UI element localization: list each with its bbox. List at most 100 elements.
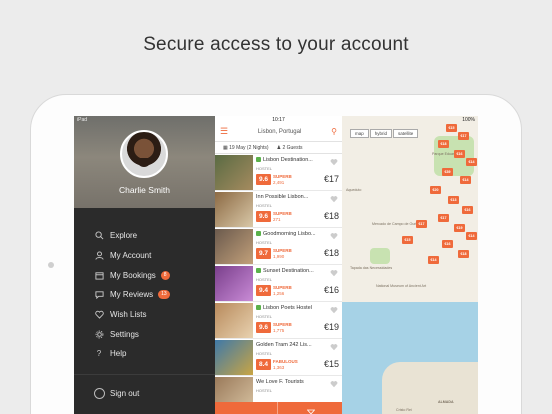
guests-filter[interactable]: ♟ 2 Guests xyxy=(277,145,303,151)
side-menu: Charlie Smith iPad Explore My Account My… xyxy=(74,116,215,414)
rating-label: FABULOUS xyxy=(273,359,298,364)
property-name: Inn Possible Lisbon... xyxy=(256,194,326,200)
search-filter-bar[interactable]: ▦ 19 May (2 Nights) ♟ 2 Guests xyxy=(215,142,342,154)
gear-icon xyxy=(94,329,104,339)
avatar[interactable] xyxy=(120,130,168,178)
menu-item-label: Help xyxy=(110,349,127,359)
property-photo xyxy=(215,266,253,301)
map-panel[interactable]: 100% map hybrid satellite Parque Eduardo… xyxy=(342,116,478,414)
signout-button[interactable]: Sign out xyxy=(94,388,139,399)
rating-label: SUPERB xyxy=(273,285,292,290)
heart-icon[interactable] xyxy=(330,380,338,388)
property-card[interactable]: Sunset Destination... HOSTEL 9.4 SUPERB 1,25… xyxy=(215,265,342,302)
map-type-satellite[interactable]: satellite xyxy=(393,129,419,138)
property-card[interactable]: Lisbon Destination... HOSTEL 9.6 SUPERB 2,49… xyxy=(215,154,342,191)
price-pin[interactable]: €18 xyxy=(438,140,449,148)
menu-item-my-reviews[interactable]: My Reviews 13 xyxy=(74,285,215,305)
profile-header: Charlie Smith xyxy=(74,116,215,208)
menu-item-my-bookings[interactable]: My Bookings 8 xyxy=(74,265,215,285)
price-pin[interactable]: €13 xyxy=(448,196,459,204)
property-name: Sunset Destination... xyxy=(256,268,326,274)
review-count: 1,990 xyxy=(273,254,285,259)
rating-score: 9.6 xyxy=(256,322,271,333)
rating-score: 9.6 xyxy=(256,174,271,185)
property-photo xyxy=(215,229,253,264)
carrier-label: iPad xyxy=(77,117,88,123)
map-type-map[interactable]: map xyxy=(350,129,369,138)
menu-item-settings[interactable]: Settings xyxy=(74,324,215,344)
price-pin[interactable]: €16 xyxy=(442,240,453,248)
menu-item-help[interactable]: ? Help xyxy=(74,344,215,364)
property-type: HOSTEL xyxy=(256,240,273,245)
rating-score: 9.7 xyxy=(256,248,271,259)
price-pin[interactable]: €14 xyxy=(466,158,477,166)
property-card[interactable]: Golden Tram 242 Lis... HOSTEL 8.4 FABULOUS 1… xyxy=(215,339,342,376)
price-pin[interactable]: €16 xyxy=(462,206,473,214)
property-name-text: Goodmorning Lisbo... xyxy=(263,231,316,237)
property-price: €17 xyxy=(323,174,339,184)
price-pin[interactable]: €18 xyxy=(458,250,469,258)
property-card[interactable]: Inn Possible Lisbon... HOSTEL 9.6 SUPERB 271… xyxy=(215,191,342,228)
property-card[interactable]: Goodmorning Lisbo... HOSTEL 9.7 SUPERB 1,990… xyxy=(215,228,342,265)
map-label: ALMADA xyxy=(438,400,454,404)
price-pin[interactable]: €20 xyxy=(430,186,441,194)
price-pin[interactable]: €19 xyxy=(454,224,465,232)
headline: Secure access to your account xyxy=(143,34,409,55)
property-card[interactable]: Lisbon Poets Hostel HOSTEL 9.6 SUPERB 1,775 €… xyxy=(215,302,342,339)
property-photo xyxy=(215,155,253,190)
menu-item-wish-lists[interactable]: Wish Lists xyxy=(74,305,215,325)
menu-item-label: Wish Lists xyxy=(110,310,147,320)
menu-item-explore[interactable]: Explore xyxy=(74,226,215,246)
heart-icon[interactable] xyxy=(330,195,338,203)
property-name-text: Lisbon Poets Hostel xyxy=(263,305,312,311)
property-type: HOSTEL xyxy=(256,166,273,171)
price-pin[interactable]: €15 xyxy=(446,124,457,132)
property-name: Lisbon Destination... xyxy=(256,157,326,163)
heart-icon[interactable] xyxy=(330,269,338,277)
map-label: Mercado de Campo de Ourique xyxy=(372,222,423,226)
price-pin[interactable]: €17 xyxy=(458,132,469,140)
price-pin[interactable]: €16 xyxy=(454,150,465,158)
property-type: HOSTEL xyxy=(256,277,273,282)
heart-icon[interactable] xyxy=(330,232,338,240)
price-pin[interactable]: €15 xyxy=(402,236,413,244)
heart-icon[interactable] xyxy=(330,306,338,314)
price-pin[interactable]: €17 xyxy=(416,220,427,228)
menu-item-label: My Account xyxy=(110,251,152,261)
property-photo xyxy=(215,192,253,227)
property-name-text: Lisbon Destination... xyxy=(263,157,313,163)
price-pin[interactable]: €14 xyxy=(466,232,477,240)
price-pin[interactable]: €17 xyxy=(438,214,449,222)
price-pin[interactable]: €39 xyxy=(442,168,453,176)
menu-item-label: My Reviews xyxy=(110,290,154,300)
featured-icon xyxy=(256,305,261,311)
heart-icon[interactable] xyxy=(330,158,338,166)
search-icon[interactable]: ⚲ xyxy=(331,127,337,136)
map-type-hybrid[interactable]: hybrid xyxy=(369,129,393,138)
heart-icon[interactable] xyxy=(330,343,338,351)
property-name-text: We Love F. Tourists xyxy=(256,379,304,385)
dates-filter[interactable]: ▦ 19 May (2 Nights) xyxy=(223,145,269,151)
chat-bubble-icon xyxy=(94,290,104,300)
property-name-text: Sunset Destination... xyxy=(263,268,314,274)
bookings-count-badge: 8 xyxy=(160,270,170,280)
location-title[interactable]: Lisbon, Portugal xyxy=(228,129,331,135)
property-name: Golden Tram 242 Lis... xyxy=(256,342,326,348)
filter-icon[interactable] xyxy=(306,404,316,414)
rating-label: SUPERB xyxy=(273,248,292,253)
rating-label: SUPERB xyxy=(273,174,292,179)
price-pin[interactable]: €14 xyxy=(460,176,471,184)
search-icon xyxy=(94,231,104,241)
property-type: HOSTEL xyxy=(256,351,273,356)
hamburger-menu-icon[interactable]: ☰ xyxy=(220,126,228,137)
property-photo xyxy=(215,303,253,338)
property-list-panel: 10:17 ☰ Lisbon, Portugal ⚲ ▦ 19 May (2 N… xyxy=(215,116,342,414)
sort-button[interactable] xyxy=(215,402,278,414)
list-bottom-bar[interactable] xyxy=(215,402,342,414)
map-type-toggle[interactable]: map hybrid satellite xyxy=(350,129,419,138)
menu-item-my-account[interactable]: My Account xyxy=(74,246,215,266)
price-pin[interactable]: €14 xyxy=(428,256,439,264)
guests-value: 2 Guests xyxy=(282,144,303,151)
menu-item-label: Explore xyxy=(110,231,138,241)
profile-name: Charlie Smith xyxy=(118,185,171,195)
